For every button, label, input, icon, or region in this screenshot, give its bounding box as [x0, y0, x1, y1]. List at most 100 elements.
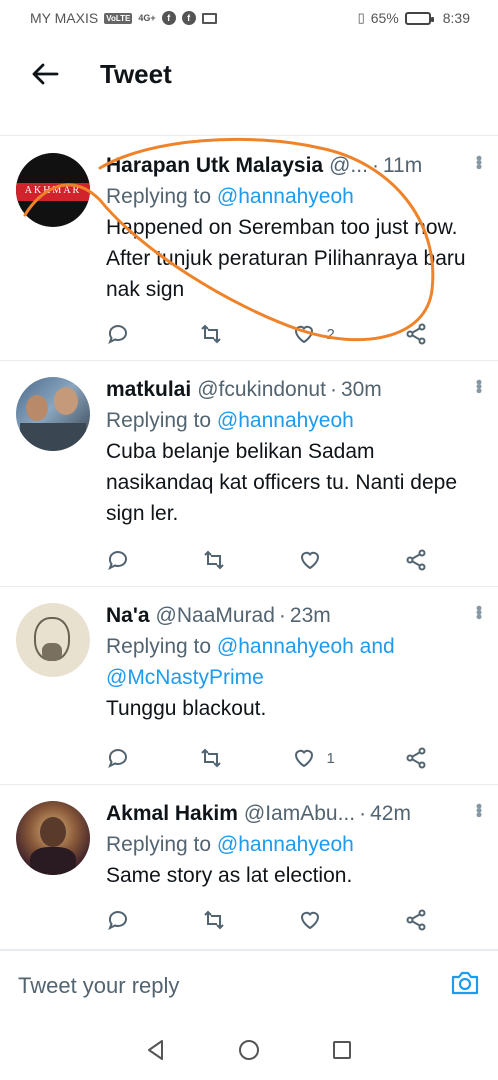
tweet-item[interactable]: Akmal Hakim @IamAbu... · 42m Replying to… — [0, 785, 498, 950]
tweet-item[interactable]: matkulai @fcukindonut · 30m Replying to … — [0, 361, 498, 587]
comment-icon — [108, 325, 127, 345]
app-notification-icon-2: f — [181, 11, 196, 25]
tweet-actions — [106, 547, 428, 573]
battery-icon — [404, 11, 434, 25]
reply-composer-bar: Tweet your reply — [0, 950, 498, 1020]
tweet-item[interactable]: AKHMAR Harapan Utk Malaysia @... · 11m R… — [0, 137, 498, 361]
retweet-icon — [201, 748, 221, 768]
share-icon — [406, 323, 426, 345]
author-name[interactable]: Na'a — [106, 601, 150, 631]
camera-button[interactable] — [450, 969, 480, 1002]
retweet-button[interactable] — [202, 908, 226, 932]
author-name[interactable]: matkulai — [106, 375, 191, 405]
more-options-icon[interactable]: ••• — [469, 605, 489, 618]
replying-to-line: Replying to @hannahyeoh — [106, 405, 480, 436]
tweet-header: Na'a @NaaMurad · 23m — [106, 601, 480, 631]
author-name[interactable]: Akmal Hakim — [106, 799, 238, 829]
tweet-time: 11m — [382, 154, 423, 177]
retweet-button[interactable] — [199, 322, 223, 346]
share-icon — [406, 549, 426, 571]
avatar[interactable] — [16, 377, 90, 451]
share-button[interactable] — [404, 908, 428, 932]
comment-icon — [108, 551, 127, 571]
page-title: Tweet — [100, 58, 172, 89]
back-button[interactable] — [0, 36, 90, 112]
share-icon — [406, 747, 426, 769]
replying-to-label: Replying to — [106, 185, 212, 208]
retweet-button[interactable] — [199, 746, 223, 770]
mention-link[interactable]: @hannahyeoh — [217, 409, 354, 432]
reply-input[interactable]: Tweet your reply — [18, 973, 179, 999]
square-recent-icon[interactable] — [329, 1037, 355, 1063]
battery-percent: 65% — [370, 10, 399, 26]
tweet-actions — [106, 907, 428, 933]
share-button[interactable] — [404, 548, 428, 572]
reply-button[interactable] — [106, 548, 130, 572]
carrier-label: MY MAXIS — [30, 10, 99, 26]
volte-badge: VoLTE — [104, 12, 133, 24]
tweet-text: Tunggu blackout. — [106, 697, 267, 720]
comment-icon — [108, 911, 127, 931]
replying-to-label: Replying to — [106, 635, 212, 658]
tweet-text: Happened on Seremban too just now. After… — [106, 216, 466, 301]
author-handle: @fcukindonut — [197, 378, 326, 401]
heart-icon — [300, 911, 320, 930]
replying-to-line: Replying to @hannahyeoh and @McNastyPrim… — [106, 631, 436, 693]
heart-icon — [300, 551, 320, 570]
circle-home-icon[interactable] — [236, 1037, 262, 1063]
tweet-content: matkulai @fcukindonut · 30m Replying to … — [106, 375, 480, 529]
tweet-actions: 2 — [106, 321, 428, 347]
tweet-time: 42m — [370, 802, 411, 825]
separator-dot: · — [329, 378, 337, 401]
avatar[interactable]: AKHMAR — [16, 153, 90, 227]
tweet-header: Akmal Hakim @IamAbu... · 42m — [106, 799, 480, 829]
triangle-back-icon[interactable] — [143, 1037, 169, 1063]
share-button[interactable] — [404, 322, 428, 346]
author-name[interactable]: Harapan Utk Malaysia — [106, 151, 323, 181]
reply-button[interactable] — [106, 322, 130, 346]
author-handle: @IamAbu... — [243, 802, 356, 825]
retweet-button[interactable] — [202, 548, 226, 572]
like-button[interactable]: 1 — [292, 746, 335, 770]
camera-icon — [451, 971, 479, 995]
tweet-time: 23m — [289, 604, 331, 627]
replying-to-line: Replying to @hannahyeoh — [106, 829, 480, 860]
retweet-icon — [204, 910, 224, 930]
like-button[interactable] — [298, 548, 332, 572]
author-handle: @NaaMurad — [155, 604, 275, 627]
share-icon — [406, 909, 426, 931]
author-handle: @... — [329, 154, 368, 177]
retweet-icon — [204, 550, 224, 570]
tweet-content: Harapan Utk Malaysia @... · 11m Replying… — [106, 151, 480, 305]
mention-link[interactable]: @hannahyeoh — [217, 833, 354, 856]
tweet-content: Akmal Hakim @IamAbu... · 42m Replying to… — [106, 799, 480, 891]
tweet-actions: 1 — [106, 745, 428, 771]
reply-button[interactable] — [106, 746, 130, 770]
avatar[interactable] — [16, 801, 90, 875]
more-options-icon[interactable]: ••• — [469, 803, 489, 816]
replying-to-line: Replying to @hannahyeoh — [106, 181, 480, 212]
vibrate-icon: ▯ — [357, 10, 365, 25]
like-count: 2 — [326, 325, 335, 343]
share-button[interactable] — [404, 746, 428, 770]
app-notification-icon: f — [161, 11, 176, 25]
separator-dot: · — [371, 154, 379, 177]
more-options-icon[interactable]: ••• — [469, 155, 489, 168]
tweet-header: matkulai @fcukindonut · 30m — [106, 375, 480, 405]
avatar[interactable] — [16, 603, 90, 677]
status-bar: MY MAXIS VoLTE 4G+ f f ▯ 65% 8:39 — [0, 0, 498, 36]
previous-tweet-actions-remnant — [0, 108, 498, 136]
tweet-text: Same story as lat election. — [106, 864, 353, 887]
reply-button[interactable] — [106, 908, 130, 932]
like-button[interactable] — [298, 908, 332, 932]
mention-link[interactable]: @hannahyeoh — [217, 185, 354, 208]
like-button[interactable]: 2 — [292, 322, 335, 346]
tweet-item[interactable]: Na'a @NaaMurad · 23m Replying to @hannah… — [0, 587, 498, 785]
mail-icon — [201, 12, 217, 24]
like-count: 1 — [326, 749, 335, 767]
avatar-logo-text: AKHMAR — [24, 184, 82, 196]
more-options-icon[interactable]: ••• — [469, 379, 489, 392]
heart-icon — [295, 325, 314, 344]
network-signal-icon: 4G+ — [138, 12, 156, 23]
status-right: ▯ 65% 8:39 — [358, 10, 470, 26]
